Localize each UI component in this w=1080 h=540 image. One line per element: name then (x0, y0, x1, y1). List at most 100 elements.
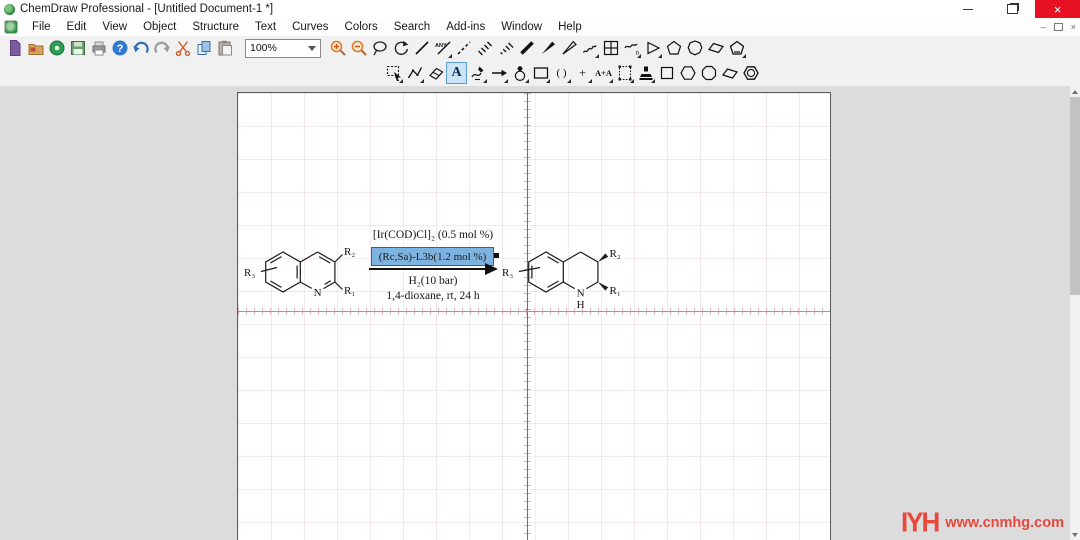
menu-structure[interactable]: Structure (184, 21, 247, 33)
text-tool-label: A (446, 62, 467, 84)
rotate-icon[interactable] (390, 38, 411, 59)
new-document-icon[interactable] (4, 38, 25, 59)
acyclic-chain-icon[interactable] (642, 38, 663, 59)
plus-label: + (578, 65, 587, 80)
scroll-down-icon[interactable] (1070, 529, 1080, 540)
plus-icon[interactable]: + (572, 63, 593, 84)
cyclopentadiene-ring-icon[interactable] (726, 38, 747, 59)
scrollbar-thumb[interactable] (1070, 97, 1080, 295)
minimize-icon (962, 8, 973, 10)
cyclohexane-ring-icon[interactable] (677, 63, 698, 84)
menu-bar: File Edit View Object Structure Text Cur… (0, 18, 1080, 37)
secondary-toolbar: R A ( ) + A+A (0, 60, 1080, 144)
minimize-button[interactable] (945, 0, 990, 18)
svg-text:N: N (577, 288, 585, 300)
cyclopentane-ring-icon[interactable] (663, 38, 684, 59)
redo-icon[interactable] (151, 38, 172, 59)
bold-bond-icon[interactable] (516, 38, 537, 59)
print-icon[interactable] (88, 38, 109, 59)
chemdraw-logo-icon (4, 3, 15, 15)
hollow-wedge-bond-icon[interactable] (558, 38, 579, 59)
brackets-icon[interactable]: ( ) (551, 63, 572, 84)
menu-curves[interactable]: Curves (284, 21, 336, 33)
open-icon[interactable] (25, 38, 46, 59)
mdi-window-controls: – × (1041, 19, 1076, 35)
wedge-bond-icon[interactable] (537, 38, 558, 59)
paste-icon[interactable] (214, 38, 235, 59)
catalyst-text[interactable]: [Ir(COD)Cl]₂ (0.5 mol %) (353, 229, 513, 241)
polymer-bead-icon[interactable]: n (621, 38, 642, 59)
reaction-arrow-line[interactable] (369, 268, 487, 270)
scroll-up-icon[interactable] (1070, 86, 1080, 97)
vertical-scrollbar[interactable] (1070, 86, 1080, 540)
reaction-arrow-head (485, 263, 498, 275)
zoom-in-icon[interactable] (327, 38, 348, 59)
undo-icon[interactable] (130, 38, 151, 59)
text-tool-icon[interactable]: A (446, 62, 467, 84)
wavy-bond-icon[interactable] (579, 38, 600, 59)
menu-search[interactable]: Search (386, 21, 438, 33)
cycloheptane-ring-icon[interactable] (684, 38, 705, 59)
menu-edit[interactable]: Edit (59, 21, 95, 33)
reaction-arrow-icon[interactable] (488, 63, 509, 84)
benzene-ring-icon[interactable] (740, 63, 761, 84)
orbital-icon[interactable] (509, 63, 530, 84)
svg-text:R₃: R₃ (244, 267, 255, 279)
zoom-out-icon[interactable] (348, 38, 369, 59)
marquee-select-icon[interactable] (383, 63, 404, 84)
reaction-map-icon[interactable]: A+A (593, 63, 614, 84)
main-toolbar: ? 100% ANY n (0, 36, 1080, 61)
bracket-table-icon[interactable] (614, 63, 635, 84)
rectangle-icon[interactable] (530, 63, 551, 84)
dashed-bond-icon[interactable] (453, 38, 474, 59)
menu-window[interactable]: Window (493, 21, 550, 33)
menu-help[interactable]: Help (550, 21, 590, 33)
title-bar: ChemDraw Professional - [Untitled Docume… (0, 0, 1080, 18)
menu-colors[interactable]: Colors (337, 21, 386, 33)
menu-text[interactable]: Text (247, 21, 284, 33)
svg-text:?: ? (116, 43, 123, 55)
solvent-condition-text[interactable]: 1,4-dioxane, rt, 24 h (353, 290, 513, 302)
svg-text:ANY: ANY (435, 43, 447, 49)
cyclooctane-ring-icon[interactable] (698, 63, 719, 84)
mdi-restore-button[interactable] (1053, 23, 1063, 31)
ligand-text-selected[interactable]: (Rc,Sa)-L3b(1.2 mol %) (371, 247, 494, 266)
brackets-label: ( ) (556, 67, 567, 79)
hashed-bond-icon[interactable] (474, 38, 495, 59)
chair-cyclohexane-2-icon[interactable] (719, 63, 740, 84)
svg-text:R₁: R₁ (610, 285, 621, 297)
table-icon[interactable] (600, 38, 621, 59)
save-icon[interactable] (67, 38, 88, 59)
any-bond-icon[interactable]: ANY (432, 38, 453, 59)
chair-cyclohexane-icon[interactable] (705, 38, 726, 59)
hashed-wedge-bond-icon[interactable] (495, 38, 516, 59)
canvas-workspace: N R₂ R₁ R₃ [Ir(COD)Cl]₂ (0.5 mol %) (Rc,… (0, 86, 1080, 540)
reactant-quinoline-structure[interactable]: N R₂ R₁ R₃ (242, 231, 362, 313)
eraser-icon[interactable] (425, 63, 446, 84)
product-tetrahydroquinoline-structure[interactable]: N H R₂ R₁ R₃ (500, 229, 626, 313)
template-stamp-icon[interactable] (635, 63, 656, 84)
selection-handle[interactable] (494, 253, 499, 258)
menu-view[interactable]: View (94, 21, 135, 33)
zoom-level-dropdown[interactable]: 100% (245, 38, 321, 58)
cyclobutane-ring-icon[interactable] (656, 63, 677, 84)
mdi-close-button[interactable]: × (1071, 19, 1076, 35)
close-button[interactable]: × (1035, 0, 1080, 18)
hydrogen-condition-text[interactable]: H₂(10 bar) (353, 275, 513, 287)
solid-bond-icon[interactable] (411, 38, 432, 59)
menu-object[interactable]: Object (135, 21, 184, 33)
svg-text:R₃: R₃ (502, 267, 513, 279)
menu-file[interactable]: File (24, 21, 59, 33)
share-cd-icon[interactable] (46, 38, 67, 59)
pen-icon[interactable] (467, 63, 488, 84)
cut-icon[interactable] (172, 38, 193, 59)
help-icon[interactable]: ? (109, 38, 130, 59)
mdi-minimize-button[interactable]: – (1041, 19, 1046, 35)
document-page[interactable]: N R₂ R₁ R₃ [Ir(COD)Cl]₂ (0.5 mol %) (Rc,… (237, 92, 831, 540)
multiple-bonds-icon[interactable] (404, 63, 425, 84)
menu-addins[interactable]: Add-ins (438, 21, 493, 33)
copy-icon[interactable] (193, 38, 214, 59)
chemdraw-window: ChemDraw Professional - [Untitled Docume… (0, 0, 1080, 540)
restore-button[interactable] (990, 0, 1035, 18)
lasso-select-icon[interactable] (369, 38, 390, 59)
